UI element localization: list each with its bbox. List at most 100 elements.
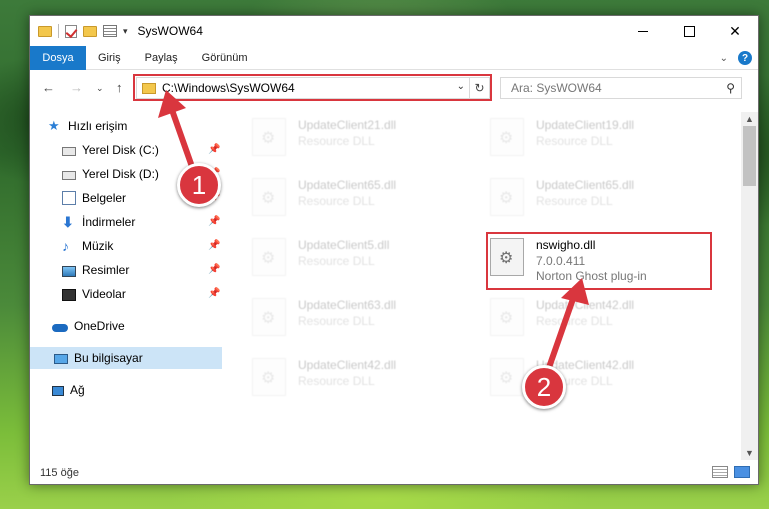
dll-file-icon <box>252 238 286 276</box>
close-button[interactable]: ✕ <box>712 16 758 46</box>
new-folder-icon[interactable] <box>83 25 97 37</box>
star-icon: ★ <box>48 118 60 133</box>
dll-file-icon <box>490 358 524 396</box>
status-bar: 115 öğe <box>30 461 758 485</box>
file-tile[interactable]: UpdateClient65.dll Resource DLL <box>252 178 472 228</box>
file-tile[interactable]: UpdateClient5.dll Resource DLL <box>252 238 472 288</box>
forward-arrow-icon[interactable]: → <box>70 80 83 95</box>
sidebar-item-network[interactable]: Ağ <box>30 379 222 401</box>
window-title: SysWOW64 <box>137 24 203 38</box>
customize-icon[interactable] <box>103 25 117 37</box>
network-icon <box>52 386 64 396</box>
search-input[interactable]: Ara: SysWOW64 ⚲ <box>500 77 742 99</box>
sidebar-item-label: Hızlı erişim <box>68 119 128 133</box>
ribbon-tabs: Dosya Giriş Paylaş Görünüm ⌄ ? <box>30 45 758 70</box>
computer-icon <box>54 354 68 364</box>
file-description: Resource DLL <box>298 254 375 268</box>
documents-icon <box>62 191 76 205</box>
sidebar-item-music[interactable]: ♪ Müzik 📌 <box>30 235 222 257</box>
view-buttons <box>712 466 750 478</box>
dll-file-icon <box>252 358 286 396</box>
file-tile[interactable]: UpdateClient63.dll Resource DLL <box>252 298 472 348</box>
sidebar-item-onedrive[interactable]: OneDrive <box>30 315 222 337</box>
scroll-down-icon[interactable]: ▼ <box>745 448 754 458</box>
disk-icon <box>62 147 76 156</box>
file-name: UpdateClient21.dll <box>298 118 397 132</box>
dll-file-icon <box>252 298 286 336</box>
file-tile[interactable]: UpdateClient42.dll Resource DLL <box>252 358 472 408</box>
file-description: Resource DLL <box>536 134 613 148</box>
scroll-thumb[interactable] <box>743 126 756 186</box>
chevron-down-icon[interactable]: ▾ <box>123 26 128 37</box>
onedrive-icon <box>52 323 68 332</box>
properties-check-icon[interactable] <box>65 24 77 38</box>
dll-file-icon <box>252 118 286 156</box>
sidebar-item-label: Ağ <box>70 383 85 397</box>
file-name: UpdateClient63.dll <box>298 298 397 312</box>
tab-giris[interactable]: Giriş <box>86 46 133 70</box>
download-icon: ⬇ <box>62 214 74 230</box>
folder-icon <box>38 25 52 37</box>
details-view-icon[interactable] <box>712 466 728 478</box>
minimize-button[interactable] <box>620 16 666 46</box>
pictures-icon <box>62 265 76 277</box>
sidebar-item-label: İndirmeler <box>82 215 136 229</box>
sidebar-item-label: Yerel Disk (D:) <box>82 167 159 181</box>
file-tile[interactable]: UpdateClient19.dll Resource DLL <box>490 118 710 168</box>
pin-icon[interactable]: 📌 <box>208 144 220 155</box>
music-icon: ♪ <box>62 238 69 254</box>
sidebar-item-label: Belgeler <box>82 191 127 205</box>
sidebar-item-downloads[interactable]: ⬇ İndirmeler 📌 <box>30 211 222 233</box>
sidebar-item-label: Resimler <box>82 263 130 277</box>
file-name: UpdateClient42.dll <box>536 298 635 312</box>
sidebar-item-pictures[interactable]: Resimler 📌 <box>30 259 222 281</box>
file-description: Resource DLL <box>298 314 375 328</box>
dll-file-icon <box>490 178 524 216</box>
sidebar-item-label: Müzik <box>82 239 114 253</box>
file-description: Resource DLL <box>536 194 613 208</box>
item-count: 115 öğe <box>40 467 79 479</box>
step-1-badge: 1 <box>177 163 221 207</box>
dll-file-icon <box>490 298 524 336</box>
scroll-up-icon[interactable]: ▲ <box>745 114 754 124</box>
quick-access-toolbar: ▾ <box>30 24 128 38</box>
sidebar-item-videos[interactable]: Videolar 📌 <box>30 283 222 305</box>
step-2-badge: 2 <box>522 365 566 409</box>
search-placeholder: Ara: SysWOW64 <box>511 81 602 95</box>
sidebar-item-this-pc[interactable]: Bu bilgisayar <box>30 347 222 369</box>
up-arrow-icon[interactable]: ↑ <box>116 80 123 95</box>
expand-ribbon-icon[interactable]: ⌄ <box>720 53 728 64</box>
tab-gorunum[interactable]: Görünüm <box>190 46 260 70</box>
title-bar: ▾ SysWOW64 ✕ <box>30 16 758 46</box>
pin-icon[interactable]: 📌 <box>208 216 220 227</box>
file-tile[interactable]: UpdateClient21.dll Resource DLL <box>252 118 472 168</box>
tab-paylas[interactable]: Paylaş <box>133 46 190 70</box>
pin-icon[interactable]: 📌 <box>208 264 220 275</box>
file-name: UpdateClient19.dll <box>536 118 635 132</box>
file-name: UpdateClient5.dll <box>298 238 390 252</box>
window-controls: ✕ <box>620 16 758 46</box>
file-tile[interactable]: UpdateClient65.dll Resource DLL <box>490 178 710 228</box>
pin-icon[interactable]: 📌 <box>208 240 220 251</box>
help-icon[interactable]: ? <box>738 51 752 65</box>
file-description: Resource DLL <box>298 374 375 388</box>
search-icon[interactable]: ⚲ <box>726 81 735 95</box>
vertical-scrollbar[interactable]: ▲ ▼ <box>741 112 758 460</box>
file-highlight-box <box>486 232 712 290</box>
maximize-button[interactable] <box>666 16 712 46</box>
file-name: UpdateClient65.dll <box>536 178 635 192</box>
sidebar-item-quick-access[interactable]: ★ Hızlı erişim <box>30 115 222 137</box>
recent-chevron-icon[interactable]: ⌄ <box>96 83 104 94</box>
sidebar-item-label: Videolar <box>82 287 126 301</box>
tiles-view-icon[interactable] <box>734 466 750 478</box>
sidebar-item-label: OneDrive <box>74 319 125 333</box>
disk-icon <box>62 171 76 180</box>
sidebar-item-label: Yerel Disk (C:) <box>82 143 159 157</box>
sidebar-item-disk-c[interactable]: Yerel Disk (C:) 📌 <box>30 139 222 161</box>
pin-icon[interactable]: 📌 <box>208 288 220 299</box>
back-arrow-icon[interactable]: ← <box>42 80 55 95</box>
dll-file-icon <box>252 178 286 216</box>
file-tile[interactable]: UpdateClient42.dll Resource DLL <box>490 298 710 348</box>
ribbon-right: ⌄ ? <box>720 51 752 65</box>
tab-dosya[interactable]: Dosya <box>30 45 86 70</box>
